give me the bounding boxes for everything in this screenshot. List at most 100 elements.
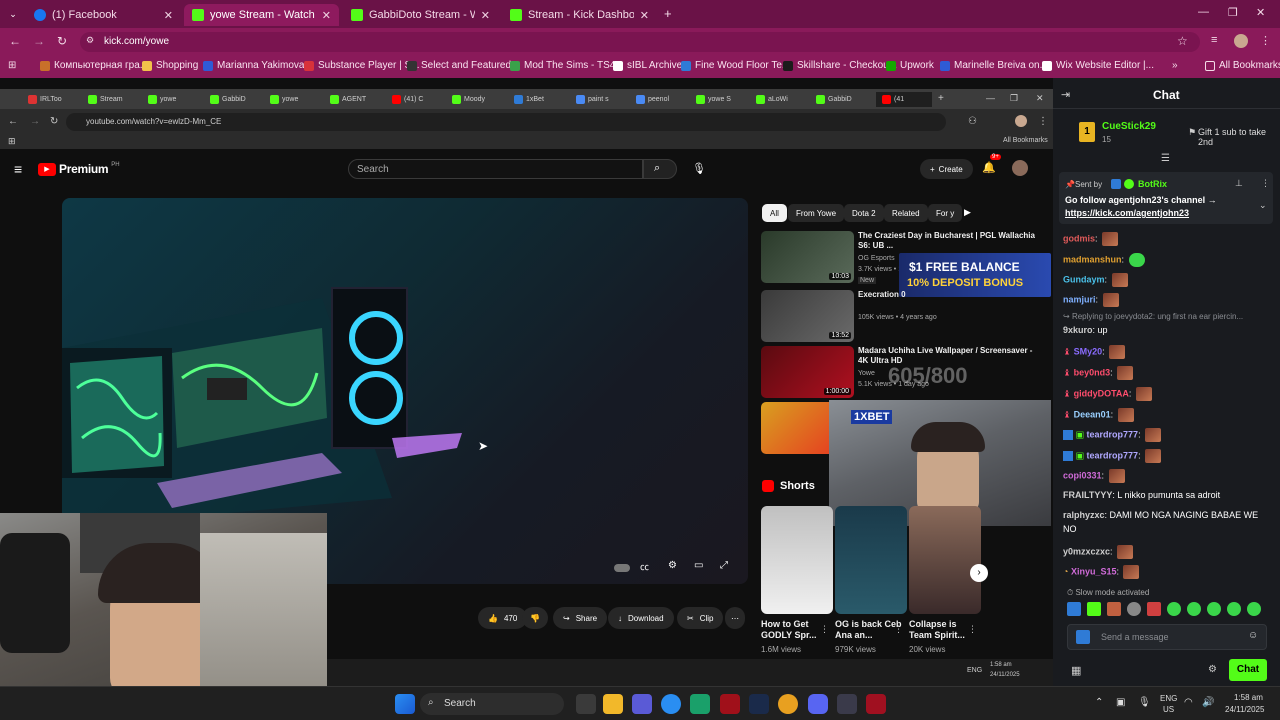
- theater-mode-icon[interactable]: ▭: [694, 560, 703, 571]
- chat-username[interactable]: Xinyu_S15: [1071, 566, 1117, 576]
- bookmark-item[interactable]: Marianna Yakimova...: [203, 60, 313, 71]
- more-bookmarks-icon[interactable]: »: [1172, 60, 1178, 71]
- app-icon[interactable]: [866, 694, 886, 714]
- tab-gabbidoto-stream[interactable]: GabbiDoto Stream - Watch Live ✕: [343, 4, 498, 26]
- bookmark-item[interactable]: Компьютерная гра...: [40, 60, 148, 71]
- bookmark-item[interactable]: sIBL Archive: [613, 60, 682, 71]
- reload-icon[interactable]: ↻: [50, 116, 58, 127]
- chat-username[interactable]: namjuri: [1063, 294, 1096, 304]
- quick-emote[interactable]: [1107, 602, 1121, 616]
- close-icon[interactable]: ✕: [164, 9, 173, 22]
- like-button[interactable]: 👍 470: [478, 607, 528, 629]
- forward-icon[interactable]: →: [30, 116, 40, 127]
- site-info-icon[interactable]: ⚙: [86, 35, 94, 46]
- inner-tab[interactable]: peenol: [636, 92, 669, 107]
- quick-emote[interactable]: [1167, 602, 1181, 616]
- gift-cta[interactable]: Gift 1 sub to take 2nd: [1198, 127, 1280, 147]
- language-indicator[interactable]: ENG: [1160, 694, 1177, 703]
- inner-tab[interactable]: AGENT: [330, 92, 366, 107]
- windows-start-icon[interactable]: [395, 694, 415, 714]
- shorts-next-button[interactable]: ›: [970, 564, 988, 582]
- back-icon[interactable]: ←: [9, 34, 21, 48]
- all-bookmarks[interactable]: All Bookmarks: [1205, 60, 1280, 71]
- teams-icon[interactable]: [632, 694, 652, 714]
- pinned-link[interactable]: https://kick.com/agentjohn23: [1065, 208, 1189, 218]
- bookmark-item[interactable]: Marinelle Breiva on...: [940, 60, 1048, 71]
- taskbar-search[interactable]: ⌕ Search: [420, 693, 564, 715]
- bookmark-item[interactable]: Wix Website Editor |...: [1042, 60, 1154, 71]
- profile-avatar[interactable]: [1234, 34, 1248, 48]
- close-icon[interactable]: ✕: [322, 9, 331, 22]
- inner-tab[interactable]: 1xBet: [514, 92, 544, 107]
- minimize-icon[interactable]: —: [986, 93, 995, 103]
- reading-list-icon[interactable]: ≡: [1211, 34, 1217, 46]
- app-icon[interactable]: [720, 694, 740, 714]
- chat-username[interactable]: teardrop777: [1087, 429, 1139, 439]
- bookmark-item[interactable]: Fine Wood Floor Te...: [681, 60, 790, 71]
- inner-tab[interactable]: GabbiD: [210, 92, 246, 107]
- emote-picker-icon[interactable]: ☺: [1248, 630, 1258, 641]
- inner-tab[interactable]: GabbiD: [816, 92, 852, 107]
- chat-username[interactable]: ralphyzxc: [1063, 510, 1105, 520]
- inner-tab[interactable]: Moody: [452, 92, 485, 107]
- search-input[interactable]: Search: [348, 159, 643, 179]
- chat-username[interactable]: y0mzxczxc: [1063, 546, 1110, 556]
- chat-username[interactable]: bey0nd3: [1074, 367, 1111, 377]
- quick-emote[interactable]: [1087, 602, 1101, 616]
- inner-tab[interactable]: (41) C: [392, 92, 423, 107]
- account-avatar[interactable]: [1012, 160, 1028, 176]
- unpin-icon[interactable]: ⊥: [1235, 178, 1243, 189]
- fullscreen-icon[interactable]: ⤢: [720, 560, 728, 571]
- menu-icon[interactable]: ⋮: [1260, 34, 1271, 47]
- file-explorer-icon[interactable]: [603, 694, 623, 714]
- more-options-icon[interactable]: ⋮: [968, 624, 977, 635]
- tab-yowe-stream[interactable]: yowe Stream - Watch Live on K ✕: [184, 4, 339, 26]
- apps-grid-icon[interactable]: ⊞: [8, 136, 16, 147]
- inner-tab[interactable]: IRLToo: [28, 92, 62, 107]
- chat-username[interactable]: 9xkuro: [1063, 325, 1093, 335]
- quick-emote[interactable]: [1147, 602, 1161, 616]
- close-window-icon[interactable]: ✕: [1036, 93, 1044, 104]
- tab-facebook[interactable]: (1) Facebook ✕: [26, 4, 181, 26]
- forward-icon[interactable]: →: [33, 34, 45, 48]
- tray-icon[interactable]: ▣: [1116, 697, 1125, 708]
- chip-related[interactable]: Related: [884, 204, 928, 222]
- chat-username[interactable]: madmanshun: [1063, 254, 1122, 264]
- clock-date[interactable]: 24/11/2025: [1225, 705, 1264, 714]
- quick-emote[interactable]: [1247, 602, 1261, 616]
- microphone-icon[interactable]: 🎙: [1138, 697, 1151, 708]
- create-button[interactable]: + Create: [920, 159, 973, 179]
- inner-tab[interactable]: aLoWi: [756, 92, 788, 107]
- app-icon[interactable]: [837, 694, 857, 714]
- keyboard-layout[interactable]: US: [1163, 705, 1174, 714]
- chip-dota2[interactable]: Dota 2: [844, 204, 884, 222]
- quick-emote[interactable]: [1127, 602, 1141, 616]
- bookmark-item[interactable]: Mod The Sims - TS4...: [510, 60, 624, 71]
- autoplay-toggle[interactable]: [614, 564, 630, 572]
- bookmark-item[interactable]: Select and Featured...: [407, 60, 519, 71]
- all-bookmarks[interactable]: All Bookmarks: [1003, 137, 1048, 144]
- wifi-icon[interactable]: ◠: [1184, 697, 1193, 708]
- bookmark-item[interactable]: Shopping: [142, 60, 198, 71]
- bookmark-item[interactable]: Skillshare - Checkou...: [783, 60, 897, 71]
- chip-for-you[interactable]: For y: [928, 204, 963, 222]
- dislike-button[interactable]: 👎: [522, 607, 548, 629]
- back-icon[interactable]: ←: [8, 116, 18, 127]
- settings-icon[interactable]: ⚙: [668, 560, 677, 571]
- close-window-icon[interactable]: ✕: [1256, 6, 1265, 19]
- send-chat-button[interactable]: Chat: [1229, 659, 1267, 681]
- chevron-down-icon[interactable]: ⌄: [1259, 200, 1267, 211]
- settings-icon[interactable]: ⚙: [1208, 664, 1217, 675]
- short-thumbnail[interactable]: [909, 506, 981, 614]
- steam-icon[interactable]: [749, 694, 769, 714]
- microphone-icon[interactable]: 🎙: [692, 162, 706, 175]
- expand-leaderboard-icon[interactable]: ☰: [1161, 153, 1170, 164]
- edge-icon[interactable]: [661, 694, 681, 714]
- minimize-icon[interactable]: —: [1198, 6, 1209, 18]
- bookmark-item[interactable]: Substance Player | S...: [304, 60, 420, 71]
- inner-tab[interactable]: paint s: [576, 92, 609, 107]
- chrome-icon[interactable]: [778, 694, 798, 714]
- short-thumbnail[interactable]: [835, 506, 907, 614]
- quick-emote[interactable]: [1207, 602, 1221, 616]
- more-options-icon[interactable]: ⋮: [1261, 178, 1270, 189]
